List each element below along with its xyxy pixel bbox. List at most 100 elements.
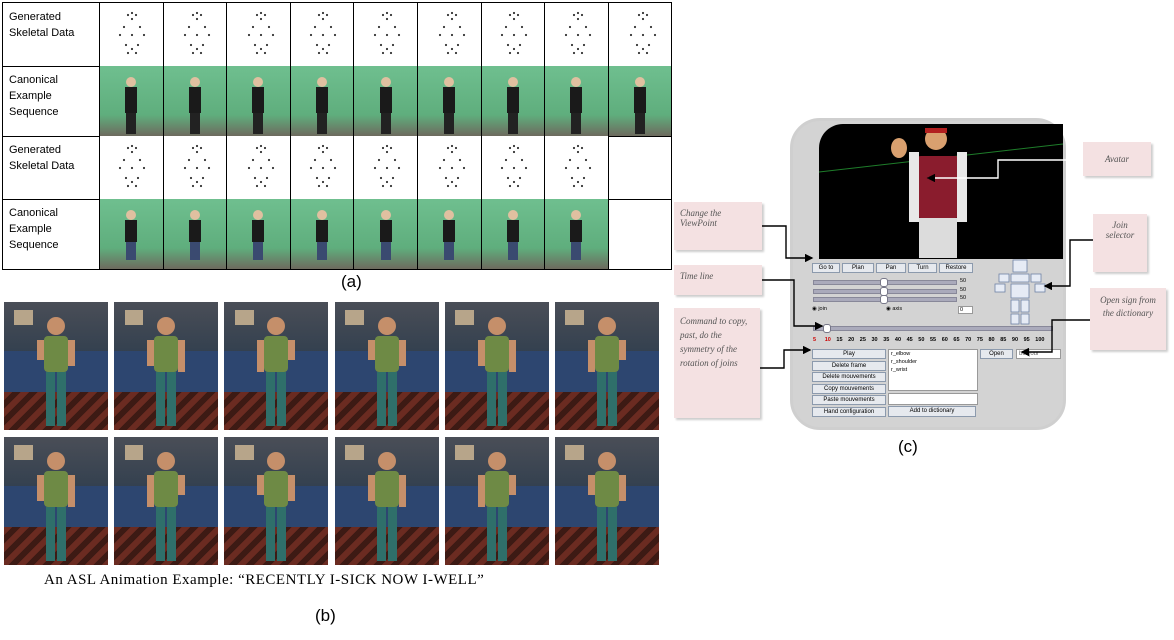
signer-figure (503, 205, 523, 272)
skeleton-point (380, 176, 383, 180)
skeleton-point (264, 146, 267, 150)
skeleton-point (256, 13, 259, 17)
skeleton-point (649, 25, 652, 29)
skeleton-point (386, 33, 389, 37)
skeleton-point (134, 13, 138, 17)
skeleton-point (512, 166, 515, 170)
skeleton-frame (544, 136, 608, 199)
skeleton-point (321, 150, 324, 154)
animation-frame (334, 302, 439, 430)
signer-figure (248, 205, 268, 272)
command-button-paste-mouvements[interactable]: Paste mouvements (812, 395, 886, 406)
skeleton-point (386, 180, 389, 184)
skeleton-point (508, 146, 511, 150)
add-to-dictionary-button[interactable]: Add to dictionary (888, 406, 976, 417)
skeleton-frame (226, 136, 290, 199)
skeleton-point (183, 33, 186, 37)
row-label-line: Sequence (9, 106, 59, 118)
avatar-figure (37, 317, 75, 426)
skeleton-point (199, 146, 202, 150)
skeleton-point (272, 166, 275, 170)
skeleton-point (524, 33, 527, 37)
command-button-copy-mouvements[interactable]: Copy mouvements (812, 383, 886, 394)
skeleton-point (589, 33, 592, 37)
animation-frame (4, 302, 108, 430)
skeleton-point (199, 13, 202, 17)
skeleton-point (454, 51, 458, 55)
skeleton-frame (353, 136, 417, 199)
animation-frame (114, 437, 219, 565)
skeleton-point (313, 25, 316, 29)
skeleton-point (386, 47, 389, 51)
skeleton-point (380, 43, 383, 47)
skeleton-point (199, 51, 202, 55)
skeleton-point (458, 158, 462, 162)
row-label-line: Skeletal Data (9, 160, 75, 172)
skeleton-point (516, 13, 519, 17)
skeleton-point (130, 150, 134, 154)
skeleton-point (518, 43, 521, 47)
skeleton-point (450, 17, 454, 21)
skeleton-point (260, 47, 263, 51)
row-label: Canonical Example Sequence (3, 205, 99, 253)
skeleton-point (450, 166, 454, 170)
skeleton-point (512, 47, 515, 51)
video-frame (607, 66, 672, 139)
signer-figure (121, 205, 141, 272)
skeleton-point (571, 176, 574, 180)
signer-figure (630, 72, 650, 139)
skeleton-point (641, 33, 644, 37)
row-label-line: Example (9, 223, 52, 235)
skeleton-point (386, 144, 389, 148)
skeleton-point (516, 184, 519, 188)
skeleton-point (130, 11, 134, 15)
skeleton-point (438, 166, 442, 170)
skeleton-point (260, 150, 263, 154)
row-label: Generated Skeletal Data (3, 142, 99, 174)
video-frame (99, 199, 163, 269)
skeleton-point (450, 150, 454, 154)
skeleton-point (333, 166, 336, 170)
skeleton-point (134, 51, 138, 55)
video-frame (417, 66, 481, 137)
video-frame (162, 66, 227, 137)
skeleton-point (317, 13, 320, 17)
skeleton-point (394, 25, 397, 29)
skeleton-point (266, 43, 269, 47)
empty-field[interactable] (888, 393, 978, 405)
skeleton-point (252, 25, 255, 29)
skeleton-point (315, 176, 318, 180)
skeleton-point (207, 166, 210, 170)
skeleton-point (317, 184, 320, 188)
skeleton-point (264, 13, 267, 17)
skeleton-point (512, 11, 515, 15)
animation-frame (444, 437, 549, 565)
skeleton-point (201, 176, 204, 180)
skeleton-point (454, 184, 458, 188)
skeleton-point (325, 51, 328, 55)
signer-figure (503, 72, 523, 139)
video-frame (417, 199, 481, 269)
skeleton-point (450, 144, 454, 148)
skeleton-point (573, 146, 576, 150)
skeleton-frame (480, 136, 545, 199)
skeleton-frame (289, 136, 354, 199)
avatar-figure (367, 452, 406, 561)
annotation-arrows (760, 159, 1093, 369)
skeleton-point (124, 176, 128, 180)
skeleton-point (130, 180, 134, 184)
skeleton-point (390, 13, 393, 17)
skeleton-point (504, 158, 507, 162)
skeleton-point (189, 43, 192, 47)
skeleton-point (454, 13, 458, 17)
skeleton-point (136, 43, 140, 47)
skeleton-point (317, 146, 320, 150)
skeleton-point (390, 51, 393, 55)
avatar-figure (367, 317, 406, 426)
skeleton-point (321, 166, 324, 170)
skeleton-point (266, 176, 269, 180)
animation-frame (114, 302, 219, 430)
command-button-hand-configuration[interactable]: Hand configuration (812, 407, 886, 417)
skeleton-point (462, 166, 466, 170)
skeleton-frame (162, 136, 227, 199)
